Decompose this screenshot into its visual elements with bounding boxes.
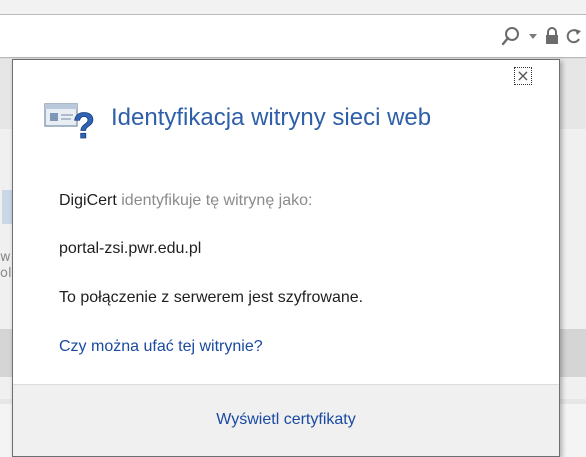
close-icon: × [516, 66, 530, 85]
lock-icon[interactable] [544, 26, 560, 46]
close-button[interactable]: × [514, 67, 532, 85]
issuer-name: DigiCert [59, 192, 117, 209]
site-domain: portal-zsi.pwr.edu.pl [59, 240, 202, 257]
address-bar[interactable] [0, 14, 586, 58]
dropdown-arrow-icon[interactable] [528, 31, 538, 41]
encryption-status: To połączenie z serwerem jest szyfrowane… [59, 289, 364, 306]
address-bar-icons [500, 15, 586, 57]
refresh-icon[interactable] [566, 26, 582, 46]
trust-site-link[interactable]: Czy można ufać tej witrynie? [59, 338, 263, 356]
background-text-fragment: ol [0, 266, 12, 281]
view-certificates-link[interactable]: Wyświetl certyfikaty [13, 411, 559, 429]
background-image-fragment [2, 190, 12, 224]
popup-title: Identyfikacja witryny sieci web [111, 104, 432, 131]
search-icon[interactable] [500, 25, 522, 47]
popup-footer: Wyświetl certyfikaty [13, 384, 559, 456]
tab-strip [0, 0, 586, 14]
issuer-line: DigiCert identyfikuje tę witrynę jako: [59, 192, 312, 210]
svg-text:?: ? [73, 105, 95, 142]
popup-header: ? Identyfikacja witryny sieci web [43, 92, 432, 146]
background-text-fragment: w [0, 250, 11, 265]
certificate-help-icon: ? [43, 94, 97, 146]
site-identification-popup: × ? Identyfikacja witryny sieci web Digi… [12, 59, 560, 457]
identifies-text: identyfikuje tę witrynę jako: [121, 192, 313, 209]
